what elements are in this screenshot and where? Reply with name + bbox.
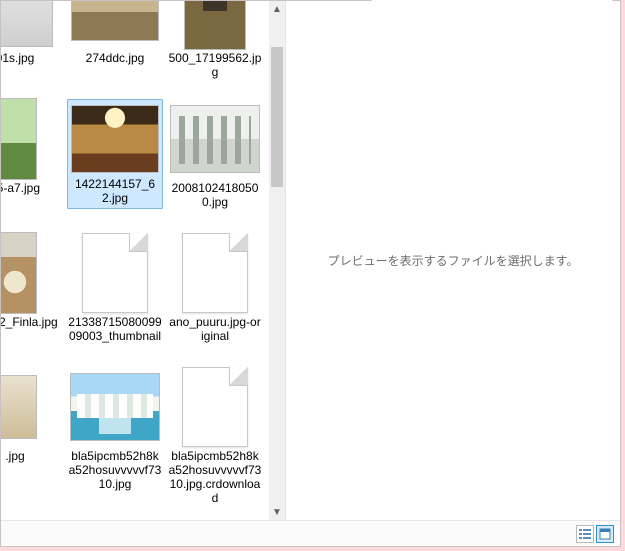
vertical-scrollbar[interactable]: ▲ ▼ [269,1,285,520]
file-item[interactable]: 20081024180500.jpg [165,95,265,229]
file-grid: 01s.jpg 274ddc.jpg 500_17199562.jpg 05-a… [1,1,265,493]
file-item[interactable]: bla5ipcmb52h8ka52hosuvvvvvf7310.jpg.crdo… [165,363,265,493]
file-name: 05-a7.jpg [1,181,62,195]
view-details-button[interactable] [576,525,594,543]
file-name: 26292_Finla.jpg [1,315,62,329]
file-item[interactable]: 274ddc.jpg [65,1,165,95]
file-item[interactable]: 05-a7.jpg [1,95,65,229]
scroll-up-button[interactable]: ▲ [269,1,285,17]
file-list-pane[interactable]: 01s.jpg 274ddc.jpg 500_17199562.jpg 05-a… [1,1,269,520]
generic-file-icon [182,233,248,313]
file-item[interactable]: 01s.jpg [1,1,65,95]
file-item[interactable]: bla5ipcmb52h8ka52hosuvvvvvf7310.jpg [65,363,165,493]
image-thumbnail [70,373,160,441]
image-thumbnail [1,375,37,439]
generic-file-icon [82,233,148,313]
image-thumbnail [71,105,159,173]
details-view-icon [579,528,591,540]
file-item[interactable]: .jpg [1,363,65,493]
scroll-thumb[interactable] [271,47,283,187]
file-item[interactable]: ano_puuru.jpg-original [165,229,265,363]
preview-pane: プレビューを表示するファイルを選択します。 [286,1,620,520]
file-name: 01s.jpg [1,51,62,65]
image-thumbnail [1,1,53,47]
image-thumbnail [170,105,260,173]
file-item[interactable]: 2133871508009909003_thumbnail [65,229,165,363]
file-name: 2133871508009909003_thumbnail [68,315,162,343]
file-item-selected[interactable]: 1422144157_62.jpg [65,95,165,229]
image-thumbnail [184,1,246,50]
file-item[interactable]: 500_17199562.jpg [165,1,265,95]
status-bar [1,520,620,546]
image-thumbnail [71,1,159,41]
file-name: .jpg [1,449,62,463]
file-name: 1422144157_62.jpg [71,177,159,205]
generic-file-icon [182,367,248,447]
image-thumbnail [1,232,37,314]
preview-placeholder: プレビューを表示するファイルを選択します。 [328,252,579,269]
explorer-window: 01s.jpg 274ddc.jpg 500_17199562.jpg 05-a… [0,0,621,547]
file-name: ano_puuru.jpg-original [168,315,262,343]
file-name: bla5ipcmb52h8ka52hosuvvvvvf7310.jpg.crdo… [168,449,262,505]
view-large-icons-button[interactable] [596,525,614,543]
image-thumbnail [1,98,37,180]
file-name: 274ddc.jpg [68,51,162,65]
file-name: 20081024180500.jpg [168,181,262,209]
file-name: bla5ipcmb52h8ka52hosuvvvvvf7310.jpg [68,449,162,491]
large-icons-view-icon [599,528,611,540]
scroll-down-button[interactable]: ▼ [269,504,285,520]
file-item[interactable]: 26292_Finla.jpg [1,229,65,363]
file-name: 500_17199562.jpg [168,51,262,79]
